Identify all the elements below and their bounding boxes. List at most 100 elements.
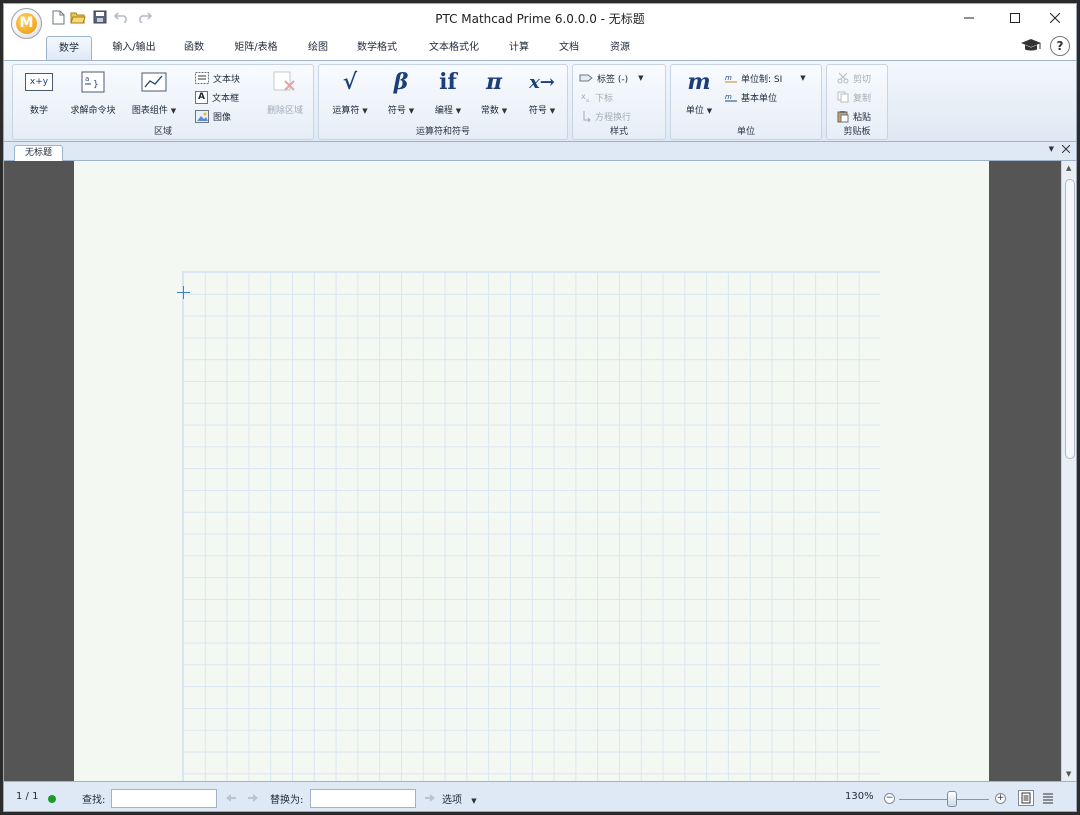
draft-view-icon[interactable]	[1042, 792, 1054, 804]
tab-document[interactable]: 文档	[551, 36, 587, 60]
replace-label: 替换为:	[270, 795, 304, 806]
constants-dropdown-icon[interactable]: ▼	[502, 107, 507, 115]
solve-block-button[interactable]: a} 求解命令块	[65, 69, 121, 121]
paste-button[interactable]: 粘贴	[837, 108, 871, 124]
operators-label: 运算符	[332, 106, 360, 116]
cut-button[interactable]: 剪切	[837, 70, 871, 86]
units-button[interactable]: m 单位 ▼	[677, 69, 721, 121]
help-button[interactable]: ?	[1050, 36, 1070, 56]
text-box-button[interactable]: A 文本框	[195, 89, 239, 105]
title-bar: M PTC Mathcad Prime 6.0.0.0 - 无标题	[4, 4, 1076, 39]
chart-component-button[interactable]: 图表组件 ▼	[127, 69, 181, 121]
tab-functions[interactable]: 函数	[176, 36, 212, 60]
worksheet-page[interactable]	[74, 161, 989, 781]
equation-wrap-label: 方程换行	[595, 112, 632, 123]
units-m-icon: m	[687, 69, 711, 95]
programming-button[interactable]: if 编程 ▼	[427, 69, 469, 121]
chart-component-icon	[141, 72, 167, 92]
chart-component-label: 图表组件	[131, 106, 168, 116]
solve-block-label: 求解命令块	[70, 106, 116, 116]
minimize-icon	[964, 17, 974, 19]
base-units-button[interactable]: m 基本单位	[725, 89, 777, 105]
maximize-icon	[1010, 13, 1020, 23]
symbols-dropdown-icon[interactable]: ▼	[409, 107, 414, 115]
operators-button[interactable]: √ 运算符 ▼	[327, 69, 373, 121]
constants-label: 常数	[480, 106, 499, 116]
text-block-button[interactable]: 文本块	[195, 70, 240, 86]
ribbon-panel: x+y 数学 a} 求解命令块 图表组件 ▼ 文本块 A 文本框 图像 删除区域…	[4, 60, 1076, 142]
vector-symbols-button[interactable]: x→ 符号 ▼	[519, 69, 565, 121]
text-box-label: 文本框	[212, 93, 240, 104]
close-document-icon[interactable]	[1062, 145, 1070, 153]
zoom-out-icon[interactable]: −	[884, 793, 895, 804]
find-input[interactable]	[111, 789, 217, 808]
image-label: 图像	[213, 112, 232, 123]
page-view-icon[interactable]	[1018, 790, 1034, 806]
group-regions: x+y 数学 a} 求解命令块 图表组件 ▼ 文本块 A 文本框 图像 删除区域…	[12, 64, 314, 140]
image-button[interactable]: 图像	[195, 108, 231, 124]
tab-text-formatting[interactable]: 文本格式化	[418, 36, 490, 60]
document-list-dropdown-icon[interactable]: ▼	[1049, 145, 1054, 153]
solve-block-icon: a}	[81, 71, 105, 93]
subscript-button[interactable]: xa 下标	[581, 89, 613, 105]
cut-label: 剪切	[853, 74, 872, 85]
delete-region-button[interactable]: 删除区域	[263, 69, 307, 121]
equation-wrap-button[interactable]: 方程换行	[581, 108, 631, 124]
group-label-style: 样式	[609, 127, 628, 137]
minimize-button[interactable]	[946, 4, 992, 32]
find-next-icon[interactable]	[247, 793, 259, 803]
subscript-icon: xa	[581, 92, 589, 102]
zoom-in-icon[interactable]: +	[995, 793, 1006, 804]
delete-region-icon	[273, 71, 295, 91]
tab-resources[interactable]: 资源	[602, 36, 638, 60]
constants-button[interactable]: π 常数 ▼	[473, 69, 515, 121]
find-previous-icon[interactable]	[225, 793, 237, 803]
close-icon	[1050, 13, 1060, 23]
group-operators-symbols: √ 运算符 ▼ β 符号 ▼ if 编程 ▼ π 常数 ▼ x→ 符号 ▼ 运算…	[318, 64, 568, 140]
math-region-button[interactable]: x+y 数学	[19, 69, 59, 121]
app-logo[interactable]: M	[11, 8, 42, 39]
vector-symbols-dropdown-icon[interactable]: ▼	[550, 107, 555, 115]
tab-input-output[interactable]: 输入/输出	[104, 36, 164, 60]
tab-math[interactable]: 数学	[46, 36, 92, 60]
programming-dropdown-icon[interactable]: ▼	[456, 107, 461, 115]
vertical-scrollbar[interactable]: ▲ ▼	[1061, 161, 1076, 781]
chart-component-dropdown-icon[interactable]: ▼	[171, 107, 176, 115]
label-select[interactable]: 标签 (-) ▼	[579, 70, 644, 86]
unit-system-dropdown-icon[interactable]: ▼	[800, 74, 805, 82]
close-button[interactable]	[1032, 4, 1076, 32]
tab-plots[interactable]: 绘图	[300, 36, 336, 60]
replace-icon[interactable]	[424, 793, 436, 803]
group-style: 标签 (-) ▼ xa 下标 方程换行 样式	[572, 64, 666, 140]
tab-matrices-tables[interactable]: 矩阵/表格	[226, 36, 286, 60]
scroll-up-icon[interactable]: ▲	[1066, 164, 1071, 172]
worksheet-grid[interactable]	[182, 271, 880, 781]
units-dropdown-icon[interactable]: ▼	[707, 107, 712, 115]
copy-button[interactable]: 复制	[837, 89, 871, 105]
tab-math-formatting[interactable]: 数学格式	[349, 36, 405, 60]
pi-icon: π	[485, 69, 503, 95]
tab-calculation[interactable]: 计算	[501, 36, 537, 60]
group-label-units: 单位	[736, 127, 755, 137]
replace-input[interactable]	[310, 789, 416, 808]
svg-text:m: m	[725, 93, 732, 101]
options-button[interactable]: 选项 ▼	[442, 791, 477, 806]
page-indicator: 1 / 1	[16, 791, 39, 802]
unit-system-select[interactable]: m 单位制: SI ▼	[725, 70, 806, 86]
zoom-slider-thumb[interactable]	[947, 791, 957, 807]
document-tab[interactable]: 无标题	[14, 145, 64, 161]
unit-system-value: 单位制: SI	[741, 74, 783, 85]
scroll-down-icon[interactable]: ▼	[1066, 770, 1071, 778]
symbols-button[interactable]: β 符号 ▼	[381, 69, 421, 121]
zoom-slider-track[interactable]	[899, 799, 989, 800]
programming-label: 编程	[434, 106, 453, 116]
worksheet-area[interactable]	[4, 161, 1061, 781]
paste-label: 粘贴	[853, 112, 872, 123]
operators-dropdown-icon[interactable]: ▼	[362, 107, 367, 115]
calculation-status-icon	[48, 795, 56, 803]
learning-hat-icon[interactable]	[1020, 38, 1042, 54]
scrollbar-thumb[interactable]	[1065, 179, 1075, 459]
group-clipboard: 剪切 复制 粘贴 剪贴板	[826, 64, 888, 140]
group-label-regions: 区域	[153, 127, 172, 137]
label-select-dropdown-icon[interactable]: ▼	[638, 74, 643, 82]
